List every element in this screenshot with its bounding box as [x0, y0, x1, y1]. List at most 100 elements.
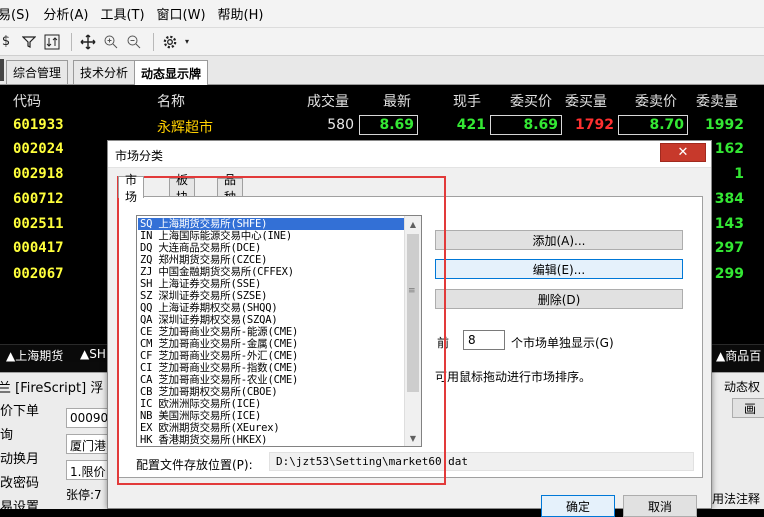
- list-item[interactable]: IN 上海国际能源交易中心(INE): [138, 230, 405, 242]
- list-item[interactable]: HK 香港期货交易所(HKEX): [138, 434, 405, 446]
- row-code: 000417: [13, 240, 64, 256]
- col-volume[interactable]: 成交量: [307, 91, 349, 111]
- view-tabs: 综合管理 技术分析 动态显示牌: [0, 56, 764, 85]
- scroll-up-icon[interactable]: ▲: [405, 216, 421, 232]
- col-askvol[interactable]: 委卖量: [696, 91, 738, 111]
- list-item[interactable]: CF 芝加哥商业交易所-外汇(CME): [138, 350, 405, 362]
- scroll-thumb[interactable]: [407, 234, 419, 392]
- order-name-input[interactable]: 厦门港: [66, 434, 112, 454]
- menu-analysis[interactable]: 分析(A): [43, 4, 88, 23]
- dialog-titlebar[interactable]: 市场分类 ✕: [108, 141, 711, 168]
- row-name: 永辉超市: [157, 120, 213, 136]
- lower-menu-item[interactable]: 询: [0, 424, 13, 443]
- col-last[interactable]: 最新: [383, 91, 411, 111]
- filter-icon[interactable]: [19, 32, 39, 52]
- scroll-down-icon[interactable]: ▼: [405, 430, 421, 446]
- toolbar: $ ▾: [0, 28, 764, 56]
- list-item[interactable]: SH 上海证券交易所(SSE): [138, 278, 405, 290]
- close-icon[interactable]: ✕: [660, 143, 706, 162]
- row-hand: 421: [456, 117, 486, 133]
- tab-market[interactable]: 市场: [118, 173, 145, 204]
- list-item[interactable]: QA 深圳证券期权交易(SZQA): [138, 314, 405, 326]
- tab-variety[interactable]: 品种: [217, 173, 244, 204]
- menu-help[interactable]: 帮助(H): [218, 4, 264, 23]
- list-item[interactable]: CE 芝加哥商业交易所-能源(CME): [138, 326, 405, 338]
- market-listbox[interactable]: SQ 上海期货交易所(SHFE) IN 上海国际能源交易中心(INE) DQ 大…: [136, 215, 422, 447]
- front-suffix-label: 个市场单独显示(G): [511, 336, 614, 350]
- path-label: 配置文件存放位置(P):: [136, 458, 253, 472]
- table-row[interactable]: 601933 永辉超市 580 8.69 421 8.69 1792 8.70 …: [0, 114, 764, 137]
- toolbar-separator: [153, 32, 154, 51]
- usage-notes: 用法注释: [712, 492, 761, 506]
- col-bid[interactable]: 委买价: [510, 91, 552, 111]
- list-item[interactable]: CI 芝加哥商业交易所-指数(CME): [138, 362, 405, 374]
- list-item[interactable]: QQ 上海证券期权交易(SHQQ): [138, 302, 405, 314]
- lower-menu-item[interactable]: 价下单: [0, 400, 39, 419]
- tab-technical[interactable]: 技术分析: [73, 60, 136, 84]
- tab-overview[interactable]: 综合管理: [6, 60, 69, 84]
- row-askvol: 1992: [705, 117, 744, 133]
- edit-button[interactable]: 编辑(E)...: [435, 259, 683, 279]
- tab-scroll-bar: [0, 59, 4, 81]
- dollar-icon[interactable]: $: [0, 32, 16, 52]
- market-tab-sh[interactable]: ▲SH: [80, 347, 106, 361]
- menubar: 易(S) 分析(A) 工具(T) 窗口(W) 帮助(H): [0, 0, 764, 28]
- order-type-select[interactable]: 1.限价: [66, 460, 112, 480]
- move-icon[interactable]: [78, 32, 98, 52]
- lower-menu-item[interactable]: 改密码: [0, 472, 39, 491]
- tab-sector[interactable]: 板块: [169, 173, 196, 204]
- row-code: 002511: [13, 216, 64, 232]
- list-item[interactable]: SQ 上海期货交易所(SHFE): [138, 218, 405, 230]
- list-item[interactable]: IC 欧洲洲际交易所(ICE): [138, 398, 405, 410]
- dialog-title: 市场分类: [115, 149, 164, 163]
- col-code[interactable]: 代码: [13, 91, 41, 111]
- col-name[interactable]: 名称: [157, 91, 185, 111]
- menu-window[interactable]: 窗口(W): [157, 4, 206, 23]
- row-bid: 8.69: [490, 115, 562, 135]
- zoom-out-icon[interactable]: [124, 32, 144, 52]
- list-item[interactable]: CA 芝加哥商业交易所-农业(CME): [138, 374, 405, 386]
- config-path-field[interactable]: D:\jzt53\Setting\market60.dat: [269, 452, 694, 471]
- row-code: 002067: [13, 266, 64, 282]
- list-item[interactable]: EX 欧洲期货交易所(XEurex): [138, 422, 405, 434]
- gear-dropdown-icon[interactable]: ▾: [183, 32, 191, 52]
- tab-dynamic-board[interactable]: 动态显示牌: [134, 60, 209, 85]
- list-scrollbar[interactable]: ▲ ≡ ▼: [404, 216, 421, 446]
- front-label: 前: [437, 336, 450, 350]
- row-bidvol: 1792: [575, 117, 614, 133]
- row-volume: 580: [327, 117, 354, 133]
- list-item[interactable]: CB 芝加哥期权交易所(CBOE): [138, 386, 405, 398]
- delete-button[interactable]: 删除(D): [435, 289, 683, 309]
- limit-label: 张停:7: [66, 488, 102, 502]
- col-ask[interactable]: 委卖价: [635, 91, 677, 111]
- add-button[interactable]: 添加(A)...: [435, 230, 683, 250]
- list-item[interactable]: NB 美国洲际交易所(ICE): [138, 410, 405, 422]
- col-bidvol[interactable]: 委买量: [565, 91, 607, 111]
- list-item[interactable]: SZ 深圳证券交易所(SZSE): [138, 290, 405, 302]
- order-code-input[interactable]: 000905: [66, 408, 112, 428]
- drag-hint: 可用鼠标拖动进行市场排序。: [435, 370, 592, 384]
- zoom-in-icon[interactable]: [101, 32, 121, 52]
- row-code: 002024: [13, 141, 64, 157]
- row-ask: 8.70: [618, 115, 688, 135]
- menu-tools[interactable]: 工具(T): [100, 4, 144, 23]
- cancel-button[interactable]: 取消: [623, 495, 697, 517]
- list-item[interactable]: DQ 大连商品交易所(DCE): [138, 242, 405, 254]
- lower-menu-item[interactable]: 动换月: [0, 448, 39, 467]
- col-hand[interactable]: 现手: [453, 91, 481, 111]
- row-code: 601933: [13, 117, 64, 133]
- sort-icon[interactable]: [42, 32, 62, 52]
- list-item[interactable]: ZQ 郑州期货交易所(CZCE): [138, 254, 405, 266]
- list-item[interactable]: ZJ 中国金融期货交易所(CFFEX): [138, 266, 405, 278]
- toolbar-separator: [71, 32, 72, 51]
- menu-trade[interactable]: 易(S): [0, 4, 29, 23]
- ok-button[interactable]: 确定: [541, 495, 615, 517]
- draw-button[interactable]: 画: [732, 398, 764, 418]
- market-tab-panel: SQ 上海期货交易所(SHFE) IN 上海国际能源交易中心(INE) DQ 大…: [118, 196, 703, 478]
- lower-menu-item[interactable]: 易设置: [0, 496, 39, 515]
- row-last: 8.69: [359, 115, 418, 135]
- front-count-input[interactable]: 8: [463, 330, 505, 350]
- gear-icon[interactable]: [160, 32, 180, 52]
- script-panel-title: 兰 [FireScript] 浮: [0, 381, 104, 396]
- list-item[interactable]: CM 芝加哥商业交易所-金属(CME): [138, 338, 405, 350]
